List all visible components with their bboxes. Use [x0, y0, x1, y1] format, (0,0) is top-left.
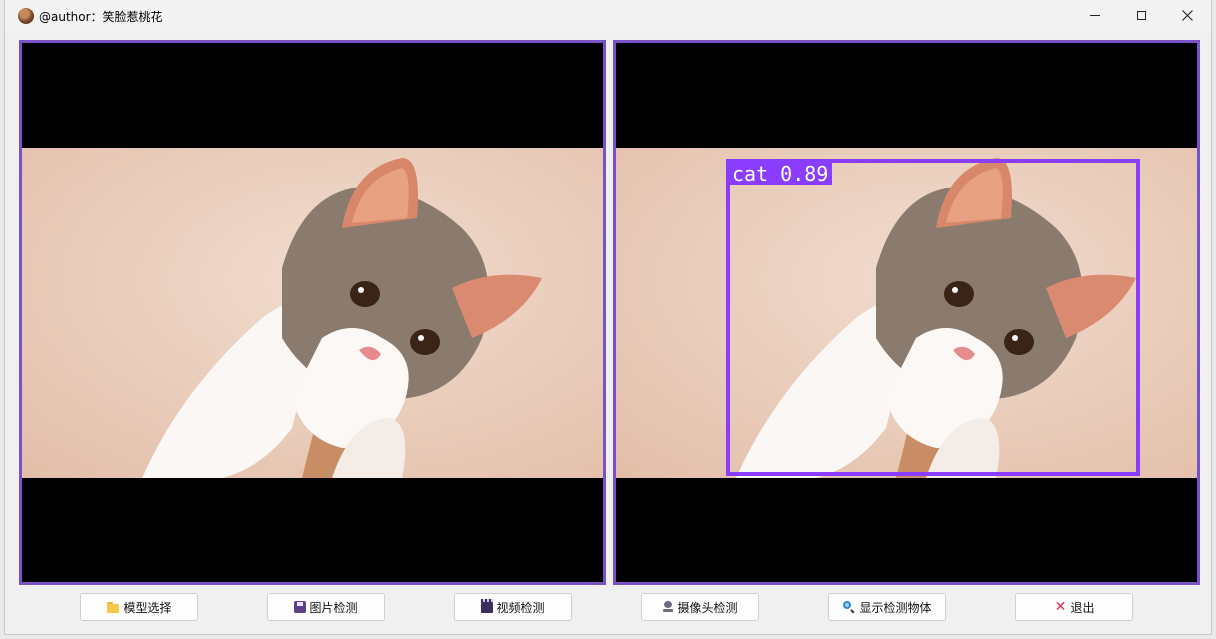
- app-avatar-icon: [18, 8, 34, 24]
- model-select-label: 模型选择: [123, 600, 172, 615]
- window-title: @author：笑脸惹桃花: [39, 10, 163, 24]
- title-bar[interactable]: @author：笑脸惹桃花: [5, 0, 1211, 32]
- camera-detect-label: 摄像头检测: [677, 600, 738, 615]
- detection-bounding-box: cat 0.89: [726, 159, 1140, 476]
- image-detect-label: 图片检测: [309, 600, 358, 615]
- camera-detect-button[interactable]: 摄像头检测: [641, 593, 759, 621]
- original-image-panel: [19, 40, 606, 585]
- save-disk-icon: [294, 601, 307, 613]
- maximize-button[interactable]: [1118, 0, 1164, 30]
- detection-label: cat 0.89: [730, 163, 833, 185]
- close-icon: [1181, 9, 1193, 21]
- video-detect-label: 视频检测: [496, 600, 545, 615]
- show-objects-label: 显示检测物体: [859, 600, 932, 615]
- cat-illustration: [22, 148, 603, 478]
- detection-result-panel: cat 0.89: [613, 40, 1200, 585]
- magnifier-icon: [842, 600, 856, 614]
- camera-icon: [662, 601, 674, 613]
- detected-cat-image: cat 0.89: [616, 148, 1197, 478]
- minimize-icon: [1090, 14, 1100, 16]
- close-button[interactable]: [1164, 0, 1210, 30]
- app-window: @author：笑脸惹桃花 cat 0.89 模型选择 图片检测 视频检测 摄像…: [4, 0, 1212, 635]
- video-detect-button[interactable]: 视频检测: [454, 593, 572, 621]
- original-cat-image: [22, 148, 603, 478]
- clapperboard-icon: [481, 598, 494, 613]
- minimize-button[interactable]: [1072, 0, 1118, 30]
- show-objects-button[interactable]: 显示检测物体: [828, 593, 946, 621]
- maximize-icon: [1136, 10, 1146, 20]
- image-detect-button[interactable]: 图片检测: [267, 593, 385, 621]
- cross-icon: ✕: [1054, 599, 1067, 615]
- exit-button[interactable]: ✕ 退出: [1015, 593, 1133, 621]
- exit-label: 退出: [1070, 600, 1095, 615]
- model-select-button[interactable]: 模型选择: [80, 593, 198, 621]
- folder-icon: [106, 600, 120, 614]
